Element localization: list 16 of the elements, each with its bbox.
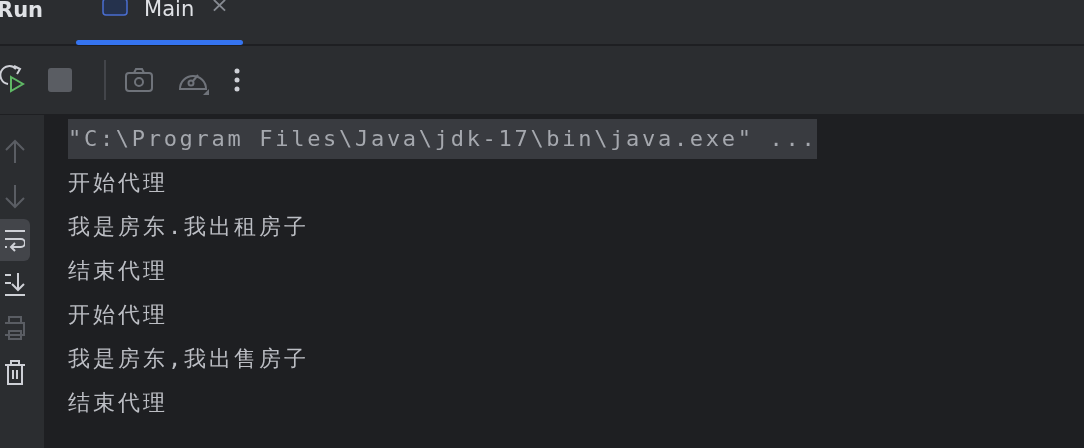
console-output: 结束代理 [68,389,168,417]
more-icon[interactable] [234,68,240,92]
toggle-button[interactable] [0,219,30,261]
arrow-down-icon[interactable] [5,183,25,209]
console-output: 我是房东.我出租房子 [68,213,310,241]
trash-icon[interactable] [5,359,25,385]
window-icon [102,0,129,16]
console-output: 开始代理 [68,301,168,329]
console-output: 我是房东,我出售房子 [68,345,310,373]
printer-icon[interactable] [5,315,25,341]
arrow-up-icon[interactable] [5,139,25,165]
console-output: 开始代理 [68,169,168,197]
scroll-to-end-icon[interactable] [5,271,25,297]
console-output: 结束代理 [68,257,168,285]
soft-wrap-icon [5,227,25,253]
camera-icon[interactable] [124,67,154,93]
